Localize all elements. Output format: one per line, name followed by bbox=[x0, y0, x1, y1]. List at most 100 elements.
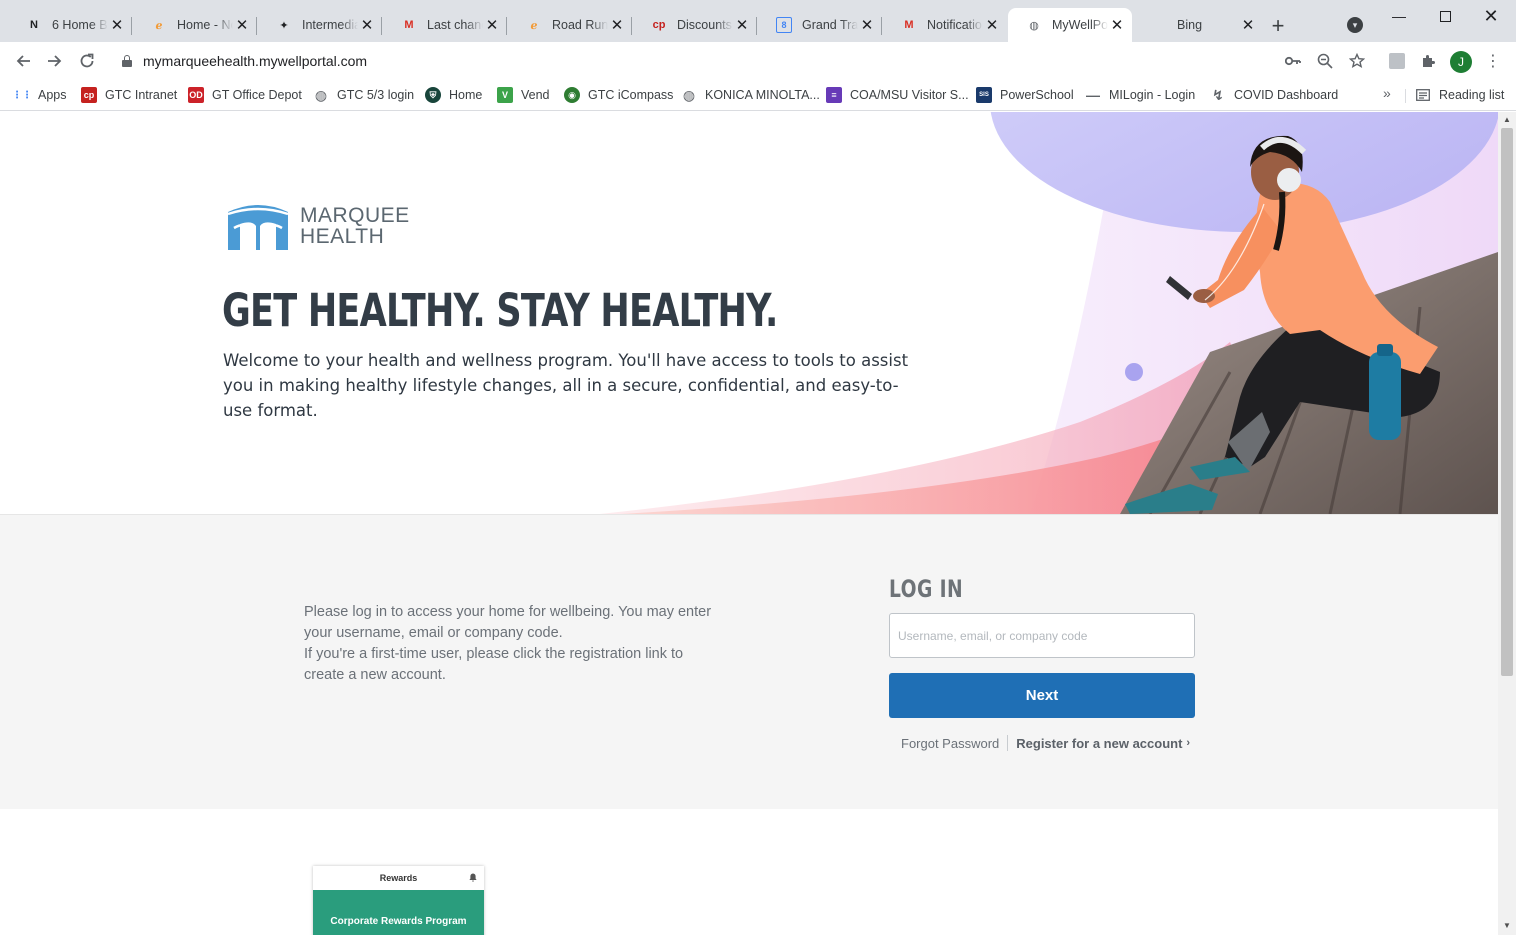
tab-close-icon[interactable]: ✕ bbox=[483, 16, 501, 34]
browser-tab[interactable]: Bing ✕ bbox=[1133, 8, 1263, 42]
od-icon: OD bbox=[188, 87, 204, 103]
browser-tab[interactable]: ℯ Home - No ✕ bbox=[133, 8, 257, 42]
forgot-password-link[interactable]: Forgot Password bbox=[901, 736, 999, 751]
bookmark-item[interactable]: ◍ KONICA MINOLTA... bbox=[681, 85, 820, 105]
maximize-icon[interactable] bbox=[1422, 0, 1468, 32]
calendar-icon: 8 bbox=[776, 17, 792, 33]
bookmark-star-icon[interactable] bbox=[1348, 52, 1366, 70]
login-section: Please log in to access your home for we… bbox=[0, 514, 1498, 809]
minimize-icon[interactable]: — bbox=[1376, 0, 1422, 32]
tab-close-icon[interactable]: ✕ bbox=[858, 16, 876, 34]
tab-close-icon[interactable]: ✕ bbox=[1108, 16, 1126, 34]
tab-search-icon[interactable]: ▾ bbox=[1347, 17, 1363, 33]
blank-favicon-icon bbox=[1151, 17, 1167, 33]
bookmark-item[interactable]: ⋮⋮ Apps bbox=[12, 85, 67, 105]
tab-separator bbox=[881, 17, 882, 35]
bookmark-item[interactable]: — MILogin - Login bbox=[1085, 85, 1195, 105]
next-button[interactable]: Next bbox=[889, 673, 1195, 718]
bookmark-label: Apps bbox=[38, 88, 67, 102]
browser-tab[interactable]: ℯ Road Runn✕ bbox=[508, 8, 632, 42]
bookmark-item[interactable]: OD GT Office Depot bbox=[188, 85, 302, 105]
close-window-icon[interactable]: ✕ bbox=[1468, 0, 1514, 32]
dash-icon: — bbox=[1086, 87, 1100, 103]
login-title: LOG IN bbox=[889, 575, 964, 603]
address-bar[interactable]: mymarqueehealth.mywellportal.com bbox=[110, 46, 1372, 76]
browser-toolbar: mymarqueehealth.mywellportal.com ⋮ bbox=[0, 42, 1516, 80]
browser-tab[interactable]: cp Discounts | ✕ bbox=[633, 8, 757, 42]
tab-title: Home - No bbox=[177, 18, 233, 32]
sis-icon: SIS bbox=[976, 87, 992, 103]
tab-separator bbox=[256, 17, 257, 35]
tab-title: Road Runn bbox=[552, 18, 608, 32]
compass-icon: ◉ bbox=[564, 87, 580, 103]
logo-line-1: MARQUEE bbox=[300, 204, 410, 227]
spartan-icon: ⛨ bbox=[425, 87, 441, 103]
page-scrollbar[interactable]: ▲ ▼ bbox=[1498, 112, 1516, 935]
back-icon[interactable] bbox=[12, 50, 34, 72]
scroll-thumb[interactable] bbox=[1501, 128, 1513, 676]
reading-list-button[interactable]: Reading list bbox=[1415, 85, 1504, 105]
extension-badge-icon[interactable] bbox=[1387, 51, 1407, 71]
scroll-down-icon[interactable]: ▼ bbox=[1502, 921, 1512, 931]
tab-close-icon[interactable]: ✕ bbox=[733, 16, 751, 34]
tab-close-icon[interactable]: ✕ bbox=[108, 16, 126, 34]
browser-tab[interactable]: N 6 Home Bu✕ bbox=[8, 8, 132, 42]
profile-avatar[interactable]: J bbox=[1450, 51, 1472, 73]
bookmark-item[interactable]: ⛨ Home bbox=[425, 85, 482, 105]
zoom-icon[interactable] bbox=[1316, 52, 1334, 70]
browser-tab[interactable]: ◍ MyWellPor ✕ bbox=[1008, 8, 1132, 42]
extensions-puzzle-icon[interactable] bbox=[1419, 51, 1439, 71]
browser-tab[interactable]: ✦ Intermediat✕ bbox=[258, 8, 382, 42]
bookmark-item[interactable]: SIS PowerSchool bbox=[976, 85, 1074, 105]
tab-separator bbox=[631, 17, 632, 35]
chevron-right-icon: › bbox=[1186, 737, 1191, 749]
tab-title: Discounts | bbox=[677, 18, 733, 32]
key-icon[interactable] bbox=[1284, 52, 1302, 70]
bookmark-item[interactable]: ◉ GTC iCompass bbox=[564, 85, 673, 105]
bookmark-item[interactable]: V Vend bbox=[497, 85, 550, 105]
lock-icon[interactable] bbox=[122, 55, 132, 67]
browser-tab[interactable]: M Notification ✕ bbox=[883, 8, 1007, 42]
url-text[interactable]: mymarqueehealth.mywellportal.com bbox=[143, 53, 367, 69]
globe-icon: ◍ bbox=[682, 86, 696, 103]
more-bookmarks-icon[interactable]: » bbox=[1383, 85, 1391, 101]
tab-strip: N6 Home Bu✕ℯHome - No✕✦Intermediat✕MLast… bbox=[0, 0, 1516, 42]
tab-close-icon[interactable]: ✕ bbox=[233, 16, 251, 34]
browser-tab[interactable]: 8 Grand Trav✕ bbox=[758, 8, 882, 42]
tab-title: Bing bbox=[1177, 18, 1203, 32]
bookmark-label: Vend bbox=[521, 88, 550, 102]
tab-close-icon[interactable]: ✕ bbox=[608, 16, 626, 34]
bookmark-item[interactable]: ◍ GTC 5/3 login bbox=[313, 85, 414, 105]
tab-separator bbox=[756, 17, 757, 35]
login-links: Forgot Password Register for a new accou… bbox=[901, 735, 1190, 751]
bookmarks-divider bbox=[1405, 89, 1406, 103]
browser-tab[interactable]: M Last chance✕ bbox=[383, 8, 507, 42]
gmail-icon: M bbox=[404, 19, 414, 31]
login-intro-text-1: Please log in to access your home for we… bbox=[304, 604, 712, 641]
tab-title: Last chance bbox=[427, 18, 483, 32]
page-headline: GET HEALTHY. STAY HEALTHY. bbox=[222, 284, 778, 337]
tab-title: Intermediat bbox=[302, 18, 358, 32]
reload-icon[interactable] bbox=[76, 50, 98, 72]
gp-icon: cp bbox=[81, 87, 97, 103]
username-input[interactable] bbox=[889, 613, 1195, 658]
logo-line-2: HEALTH bbox=[300, 225, 385, 248]
bookmark-item[interactable]: ≡ COA/MSU Visitor S... bbox=[826, 85, 969, 105]
logo-mark-icon bbox=[227, 205, 289, 250]
bookmark-item[interactable]: ↯ COVID Dashboard bbox=[1210, 85, 1338, 105]
bookmark-label: PowerSchool bbox=[1000, 88, 1074, 102]
scroll-up-icon[interactable]: ▲ bbox=[1502, 115, 1512, 125]
tab-close-icon[interactable]: ✕ bbox=[358, 16, 376, 34]
new-tab-button[interactable]: + bbox=[1266, 13, 1290, 38]
rewards-program-band: Corporate Rewards Program bbox=[313, 890, 484, 935]
tab-close-icon[interactable]: ✕ bbox=[1239, 16, 1257, 34]
link-divider bbox=[1007, 735, 1009, 751]
swirl-icon: ℯ bbox=[530, 19, 538, 32]
tab-close-icon[interactable]: ✕ bbox=[983, 16, 1001, 34]
bookmark-item[interactable]: cp GTC Intranet bbox=[81, 85, 177, 105]
forward-icon[interactable] bbox=[44, 50, 66, 72]
rewards-card-header: Rewards bbox=[313, 866, 484, 890]
bookmark-label: GTC iCompass bbox=[588, 88, 674, 102]
register-link[interactable]: Register for a new account bbox=[1016, 736, 1182, 751]
browser-menu-icon[interactable]: ⋮ bbox=[1483, 51, 1503, 71]
